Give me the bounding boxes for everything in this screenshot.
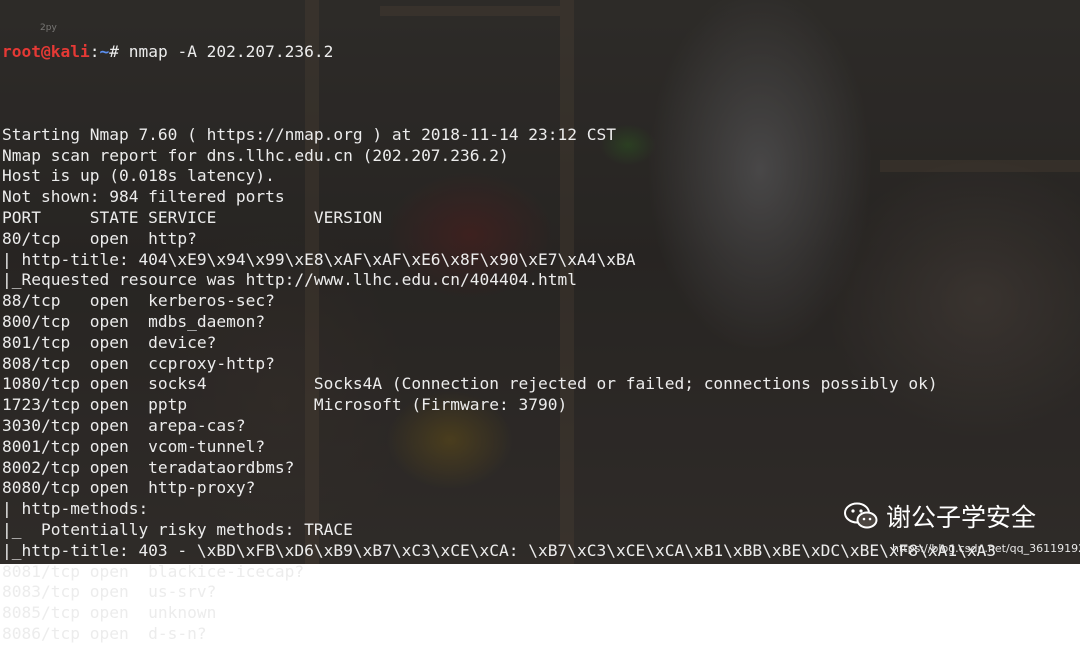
terminal-line: Starting Nmap 7.60 ( https://nmap.org ) … bbox=[2, 124, 616, 144]
terminal-line: 8002/tcp open teradataordbms? bbox=[2, 457, 295, 477]
watermark-url: https://blog.csdn.net/qq_36119192 bbox=[892, 542, 1080, 555]
terminal-line: 8001/tcp open vcom-tunnel? bbox=[2, 436, 266, 456]
terminal-line: 808/tcp open ccproxy-http? bbox=[2, 353, 275, 373]
watermark-title: 谢公子学安全 bbox=[886, 503, 1037, 532]
terminal-line: 80/tcp open http? bbox=[2, 228, 197, 248]
terminal-line: 3030/tcp open arepa-cas? bbox=[2, 415, 246, 435]
terminal-line: 8081/tcp open blackice-icecap? bbox=[2, 561, 305, 581]
terminal-line: 800/tcp open mdbs_daemon? bbox=[2, 311, 266, 331]
prompt-symbol: # bbox=[109, 41, 129, 61]
terminal-line: Host is up (0.018s latency). bbox=[2, 166, 275, 186]
prompt-user-host: root@kali bbox=[2, 41, 90, 61]
prompt-line: root@kali:~# nmap -A 202.207.236.2 bbox=[2, 42, 1080, 63]
terminal-line: 1723/tcp open pptp Microsoft (Firmware: … bbox=[2, 395, 568, 415]
prompt-separator: : bbox=[89, 41, 100, 61]
terminal-line: 8086/tcp open d-s-n? bbox=[2, 623, 207, 643]
terminal-line: | http-title: 404\xE9\x94\x99\xE8\xAF\xA… bbox=[2, 249, 636, 269]
command-text: nmap -A 202.207.236.2 bbox=[128, 41, 334, 61]
wechat-icon bbox=[844, 502, 878, 530]
terminal-line: Not shown: 984 filtered ports bbox=[2, 187, 285, 207]
terminal-line: Nmap scan report for dns.llhc.edu.cn (20… bbox=[2, 145, 509, 165]
terminal-line: 1080/tcp open socks4 Socks4A (Connection… bbox=[2, 374, 938, 394]
watermark-brand: 谢公子学安全 bbox=[844, 498, 1036, 534]
terminal-line: 8080/tcp open http-proxy? bbox=[2, 478, 256, 498]
terminal-line: 8085/tcp open unknown bbox=[2, 603, 217, 623]
terminal-line: 8083/tcp open us-srv? bbox=[2, 582, 217, 602]
terminal-line: 801/tcp open device? bbox=[2, 332, 217, 352]
terminal-line: 88/tcp open kerberos-sec? bbox=[2, 291, 275, 311]
terminal-output[interactable]: root@kali:~# nmap -A 202.207.236.2 Start… bbox=[2, 0, 1080, 643]
terminal-line: |_Requested resource was http://www.llhc… bbox=[2, 270, 577, 290]
prompt-path: ~ bbox=[99, 41, 110, 61]
terminal-line: PORT STATE SERVICE VERSION bbox=[2, 207, 383, 227]
